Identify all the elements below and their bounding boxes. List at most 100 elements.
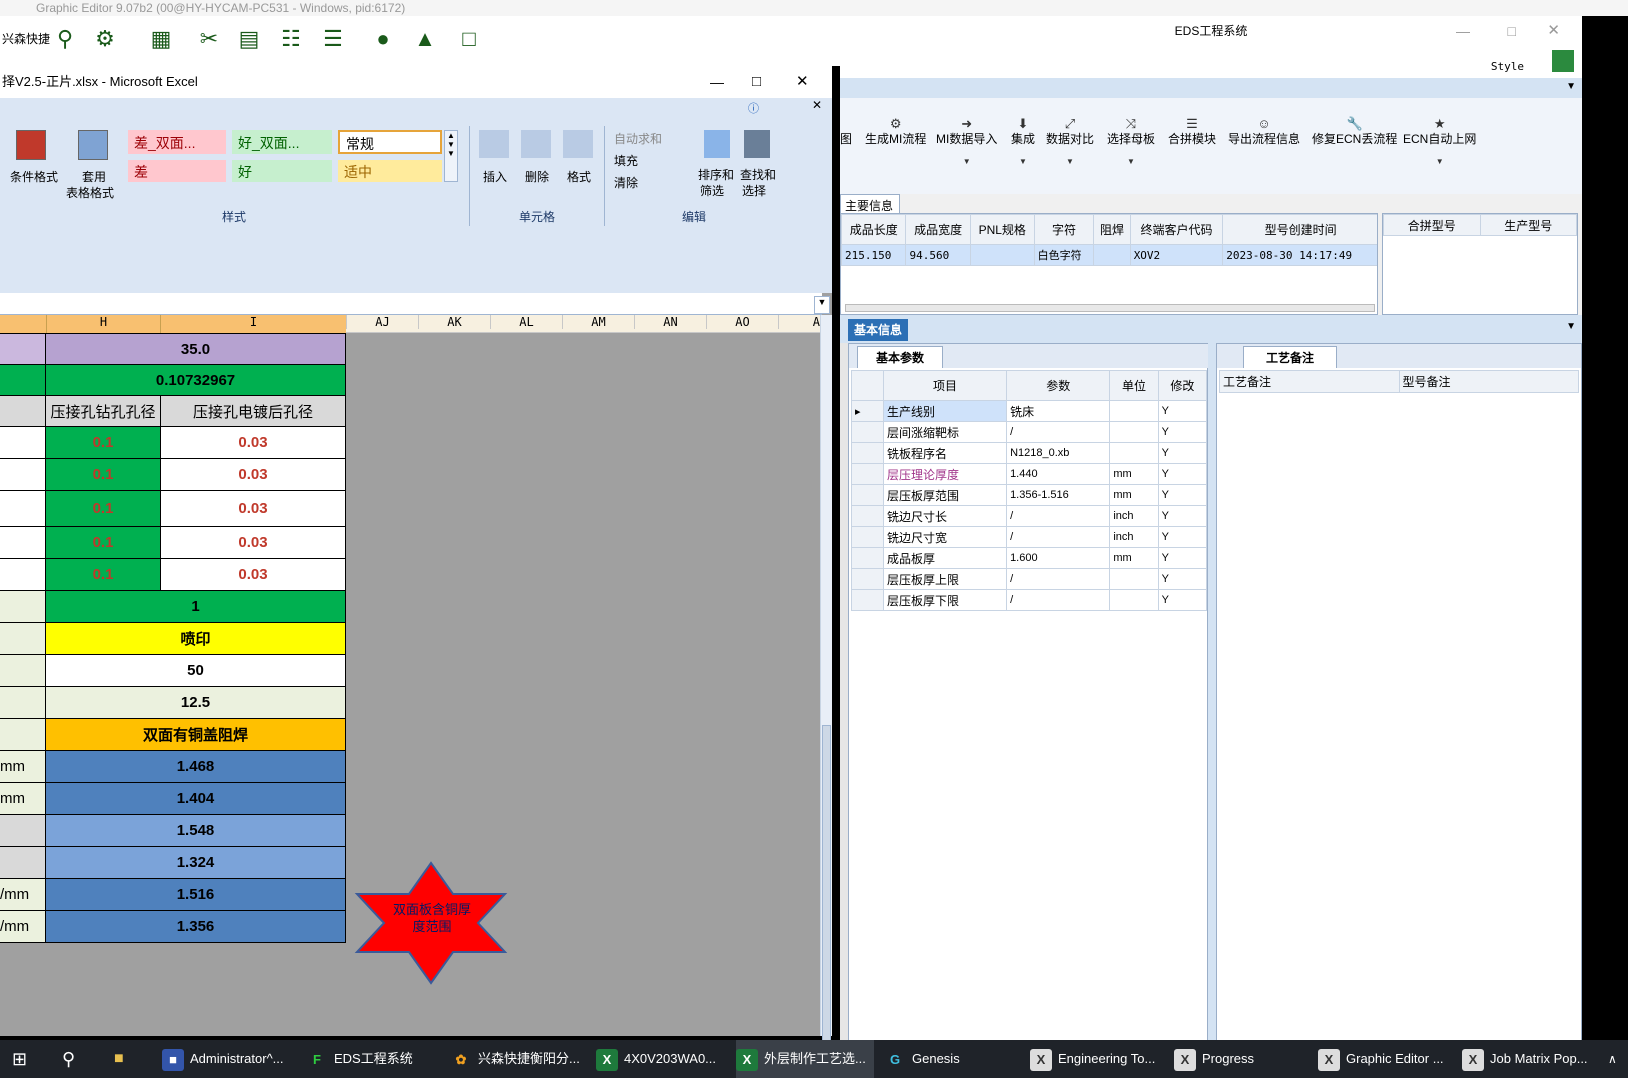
expand-formula-icon[interactable]: ▼ [814, 296, 830, 314]
table-row[interactable]: 层压板厚下限 / Y [851, 589, 1208, 611]
col-header[interactable]: 生产型号 [1479, 214, 1577, 236]
cell-plate[interactable]: 0.03 [160, 558, 346, 591]
dropdown-arrow-icon[interactable]: ▼ [1403, 157, 1476, 166]
table-row[interactable]: 层压理论厚度 1.440 mm Y [851, 463, 1208, 485]
taskbar-item[interactable]: X 4X0V203WA0... [596, 1040, 734, 1078]
left-scrollbar[interactable] [840, 343, 848, 1041]
cell-one[interactable]: 1 [45, 590, 346, 623]
maximize-icon[interactable]: □ [752, 66, 761, 98]
cell-value[interactable]: 1.516 [45, 878, 346, 911]
table-format-button[interactable]: 表格格式 [66, 184, 114, 201]
cell-drill[interactable]: 0.1 [45, 526, 161, 559]
sort-filter-button[interactable]: 筛选 [700, 182, 724, 199]
generate-mi-flow-button[interactable]: ⚙ 生成MI流程 [865, 116, 926, 147]
cell-value[interactable]: 1.356 [45, 910, 346, 943]
col-header[interactable]: PNL规格 [969, 214, 1035, 245]
table-row[interactable]: 层压板厚范围 1.356-1.516 mm Y [851, 484, 1208, 506]
unit-cell[interactable] [0, 814, 46, 847]
data-compare-button[interactable]: ⤢ 数据对比 ▼ [1046, 116, 1094, 166]
cell-plate[interactable]: 0.03 [160, 490, 346, 527]
table-row[interactable]: 铣边尺寸长 / inch Y [851, 505, 1208, 527]
col-header[interactable]: AN [634, 315, 706, 329]
col-header[interactable]: 参数 [1006, 370, 1111, 401]
tab-main-info[interactable]: 主要信息 [840, 194, 900, 214]
cell-drill[interactable]: 0.1 [45, 458, 161, 491]
cell-plate[interactable]: 0.03 [160, 426, 346, 459]
col-header[interactable]: AJ [346, 315, 418, 329]
style-bad[interactable]: 差 [128, 160, 226, 182]
col-header[interactable]: 成品宽度 [905, 214, 971, 245]
select-mother-board-button[interactable]: ⤨ 选择母板 ▼ [1107, 116, 1155, 166]
col-header[interactable]: AK [418, 315, 490, 329]
style-normal[interactable]: 常规 [338, 130, 442, 154]
chevron-down-icon[interactable]: ▼ [1566, 81, 1576, 92]
styles-scroll[interactable]: ▲ ▼ ▼ [444, 130, 458, 182]
table-row[interactable]: 成品板厚 1.600 mm Y [851, 547, 1208, 569]
cell-value[interactable]: 1.324 [45, 846, 346, 879]
ribbon-btn-partial[interactable]: 图 [840, 116, 852, 147]
clipboard-icon[interactable]: ☷ [278, 26, 304, 52]
chart-icon[interactable]: ▲ [412, 26, 438, 52]
window-icon[interactable]: □ [456, 26, 482, 52]
table-row[interactable]: 层压板厚上限 / Y [851, 568, 1208, 590]
conditional-format-button[interactable]: 条件格式 [10, 168, 58, 185]
dropdown-arrow-icon[interactable]: ▼ [1107, 157, 1155, 166]
chevron-down-icon[interactable]: ▼ [1566, 321, 1576, 332]
col-header[interactable]: AL [490, 315, 562, 329]
table-row[interactable]: ▸ 生产线别 铣床 Y [851, 400, 1208, 422]
col-header[interactable]: AM [562, 315, 634, 329]
taskbar-item[interactable]: X Progress [1174, 1040, 1314, 1078]
splitter[interactable] [1208, 343, 1216, 1041]
taskbar-item[interactable]: ■ Administrator^... [162, 1040, 296, 1078]
mi-import-button[interactable]: ➜ MI数据导入 ▼ [936, 116, 997, 166]
cell-drill[interactable]: 0.1 [45, 426, 161, 459]
tab-basic-info[interactable]: 基本信息 [848, 319, 909, 341]
col-header[interactable]: 工艺备注 [1219, 370, 1400, 393]
col-header-i[interactable]: I [160, 315, 346, 333]
find-select-button[interactable]: 选择 [742, 182, 766, 199]
windows-start-icon[interactable]: ⊞ [12, 1040, 36, 1078]
integrate-button[interactable]: ⬇ 集成 ▼ [1011, 116, 1035, 166]
dropdown-arrow-icon[interactable]: ▼ [1046, 157, 1094, 166]
col-header[interactable]: A [778, 315, 820, 329]
table-row[interactable]: 铣边尺寸宽 / inch Y [851, 526, 1208, 548]
minimize-icon[interactable]: — [1456, 16, 1470, 46]
header-drill-diameter[interactable]: 压接孔钻孔孔径 [45, 395, 161, 427]
vertical-scrollbar[interactable] [820, 315, 832, 1045]
tab-basic-params[interactable]: 基本参数 [857, 346, 944, 368]
taskbar-item[interactable]: X Job Matrix Pop... [1462, 1040, 1604, 1078]
insert-button[interactable]: 插入 [483, 168, 507, 185]
user-icon[interactable]: ● [370, 26, 396, 52]
col-header[interactable]: 修改 [1157, 370, 1208, 401]
col-header[interactable]: 成品长度 [841, 214, 907, 245]
col-header[interactable]: 字符 [1033, 214, 1095, 245]
table-row[interactable]: 215.150 94.560 白色字符 XOV2 2023-08-30 14:1… [841, 244, 1377, 266]
cell-drill[interactable]: 0.1 [45, 558, 161, 591]
merge-module-button[interactable]: ☰ 合拼模块 [1168, 116, 1216, 147]
minimize-icon[interactable]: — [710, 66, 724, 98]
fill-button[interactable]: 填充 [614, 152, 638, 169]
star-shape[interactable]: 双面板含铜厚度范围 [354, 861, 508, 985]
cell-cover[interactable]: 双面有铜盖阻焊 [45, 718, 346, 751]
taskbar-item[interactable]: F EDS工程系统 [306, 1040, 444, 1078]
style-bad-double[interactable]: 差_双面... [128, 130, 226, 154]
dropdown-arrow-icon[interactable]: ▼ [936, 157, 997, 166]
dropdown-arrow-icon[interactable]: ▼ [1011, 157, 1035, 166]
col-header[interactable]: 终端客户代码 [1129, 214, 1224, 245]
col-header[interactable]: 阻焊 [1093, 214, 1131, 245]
horizontal-scrollbar[interactable] [845, 304, 1375, 312]
style-good-double[interactable]: 好_双面... [232, 130, 332, 154]
list-icon[interactable]: ☰ [320, 26, 346, 52]
col-header[interactable]: AO [706, 315, 778, 329]
cell-12-5[interactable]: 12.5 [45, 686, 346, 719]
col-header[interactable]: 合拼型号 [1383, 214, 1481, 236]
film-icon[interactable]: ▤ [236, 26, 262, 52]
export-flow-button[interactable]: ☺ 导出流程信息 [1228, 116, 1300, 147]
col-header[interactable]: 型号创建时间 [1222, 214, 1377, 245]
cell-drill[interactable]: 0.1 [45, 490, 161, 527]
grid-icon[interactable]: ▦ [148, 26, 174, 52]
taskbar-item[interactable]: X Graphic Editor ... [1318, 1040, 1458, 1078]
col-header[interactable]: 型号备注 [1398, 370, 1579, 393]
table-row[interactable]: 铣板程序名 N1218_0.xb Y [851, 442, 1208, 464]
taskbar-item[interactable]: X 外层制作工艺选... [736, 1040, 874, 1078]
